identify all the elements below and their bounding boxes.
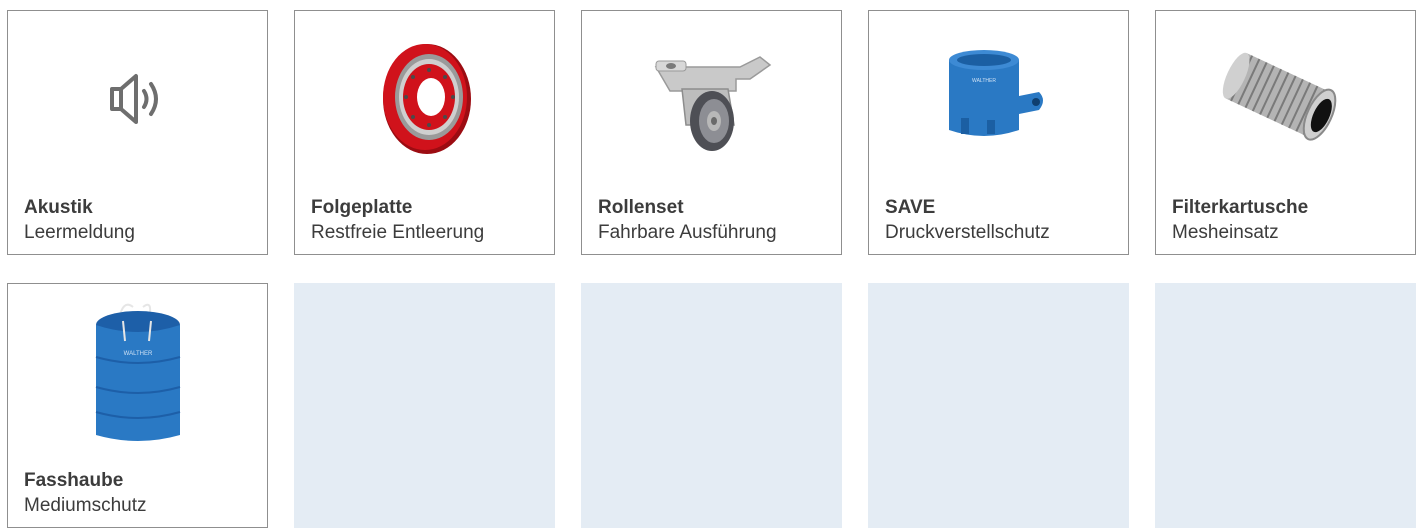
product-title: Folgeplatte [311, 197, 413, 218]
product-subtitle: Mediumschutz [24, 495, 147, 516]
follower-plate-icon [382, 43, 471, 154]
product-card-fasshaube[interactable]: WALTHER Fasshaube Mediumschutz [7, 283, 268, 528]
product-image [8, 11, 267, 186]
placeholder-tile [868, 283, 1129, 528]
product-subtitle: Leermeldung [24, 222, 135, 243]
product-subtitle: Fahrbare Ausführung [598, 222, 777, 243]
product-card-save[interactable]: WALTHER SAVE Druckverstellschutz [868, 10, 1129, 255]
caster-wheel-icon [654, 55, 771, 151]
speaker-icon [109, 73, 158, 124]
save-sleeve-icon: WALTHER [948, 49, 1043, 136]
product-text: SAVE Druckverstellschutz [885, 195, 1050, 245]
product-image: WALTHER [869, 11, 1128, 186]
product-card-rollenset[interactable]: Rollenset Fahrbare Ausführung [581, 10, 842, 255]
product-image [1156, 11, 1415, 186]
product-title: Fasshaube [24, 470, 124, 491]
product-text: Fasshaube Mediumschutz [24, 468, 147, 518]
drum-cover-icon: WALTHER [95, 303, 180, 441]
product-text: Filterkartusche Mesheinsatz [1172, 195, 1308, 245]
product-text: Folgeplatte Restfreie Entleerung [311, 195, 484, 245]
product-subtitle: Druckverstellschutz [885, 222, 1050, 243]
product-title: Akustik [24, 197, 93, 218]
filter-cartridge-icon [1222, 52, 1336, 141]
product-card-folgeplatte[interactable]: Folgeplatte Restfreie Entleerung [294, 10, 555, 255]
product-title: Filterkartusche [1172, 197, 1309, 218]
product-subtitle: Mesheinsatz [1172, 222, 1279, 243]
product-card-akustik[interactable]: Akustik Leermeldung [7, 10, 268, 255]
product-text: Rollenset Fahrbare Ausführung [598, 195, 777, 245]
product-grid: Akustik Leermeldung Folgeplatte Restfrei… [7, 10, 1416, 528]
product-image [582, 11, 841, 186]
svg-text:WALTHER: WALTHER [123, 351, 152, 357]
product-text: Akustik Leermeldung [24, 195, 135, 245]
product-title: Rollenset [598, 197, 684, 218]
product-image [295, 11, 554, 186]
placeholder-tile [581, 283, 842, 528]
product-subtitle: Restfreie Entleerung [311, 222, 485, 243]
placeholder-tile [294, 283, 555, 528]
placeholder-tile [1155, 283, 1416, 528]
product-title: SAVE [885, 197, 936, 218]
svg-text:WALTHER: WALTHER [972, 78, 996, 84]
product-image: WALTHER [8, 284, 267, 459]
product-card-filterkartusche[interactable]: Filterkartusche Mesheinsatz [1155, 10, 1416, 255]
